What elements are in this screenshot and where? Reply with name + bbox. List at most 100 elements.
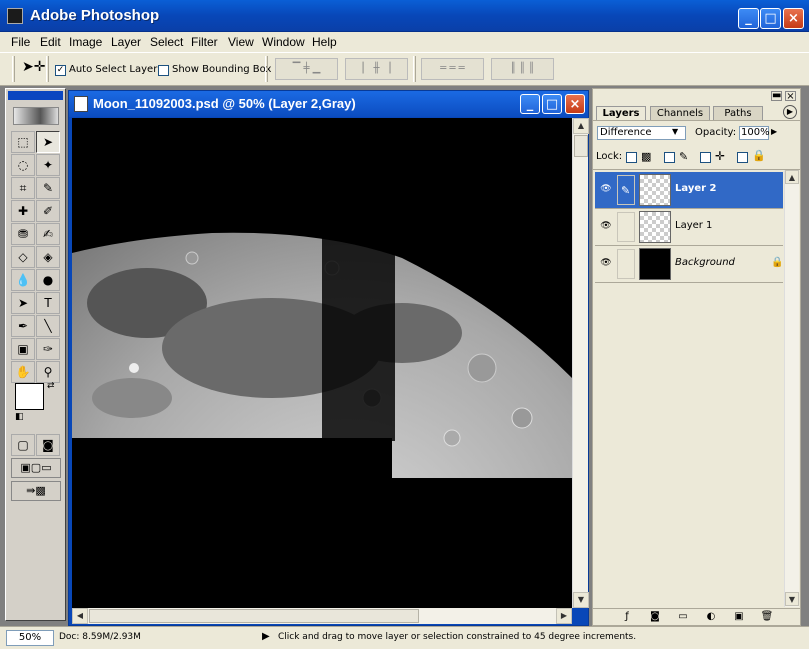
horizontal-scroll-thumb[interactable] <box>89 609 419 623</box>
lock-image-checkbox[interactable] <box>664 152 675 163</box>
maximize-button[interactable]: □ <box>760 8 781 29</box>
minimize-button[interactable]: _ <box>738 8 759 29</box>
layers-scrollbar[interactable]: ▲ ▼ <box>784 170 799 607</box>
layer-name[interactable]: Layer 2 <box>675 183 716 194</box>
lock-position-checkbox[interactable] <box>700 152 711 163</box>
foreground-color-swatch[interactable] <box>15 383 44 410</box>
align-left-button[interactable]: ▏ ╫ ▕ <box>345 58 408 80</box>
close-button[interactable]: × <box>783 8 804 29</box>
layer-thumbnail[interactable] <box>639 248 671 280</box>
magic-wand-tool-icon[interactable]: ✦ <box>36 154 60 176</box>
zoom-tool-icon[interactable]: ⚲ <box>36 361 60 383</box>
menu-layer[interactable]: Layer <box>111 35 141 49</box>
pen-tool-icon[interactable]: ✒ <box>11 315 35 337</box>
palette-titlebar[interactable]: ▬ × <box>593 89 800 103</box>
doc-close-button[interactable]: × <box>565 94 585 114</box>
toolbox-titlebar[interactable] <box>8 91 63 100</box>
eye-icon[interactable]: 👁 <box>599 221 613 233</box>
layer-thumbnail[interactable] <box>639 211 671 243</box>
stamp-tool-icon[interactable]: ⛃ <box>11 223 35 245</box>
tab-channels[interactable]: Channels <box>650 106 710 120</box>
type-tool-icon[interactable]: T <box>36 292 60 314</box>
move-icon[interactable]: ➤✛ <box>22 59 45 75</box>
mask-icon[interactable]: ◙ <box>646 609 664 624</box>
lasso-tool-icon[interactable]: ◌ <box>11 154 35 176</box>
menu-image[interactable]: Image <box>69 35 102 49</box>
horizontal-scrollbar[interactable]: ◀ ▶ <box>72 608 572 624</box>
doc-info[interactable]: Doc: 8.59M/2.93M <box>59 632 141 642</box>
notes-tool-icon[interactable]: ▣ <box>11 338 35 360</box>
tab-layers[interactable]: Layers <box>596 106 646 120</box>
link-box[interactable] <box>617 212 635 242</box>
vertical-scroll-thumb[interactable] <box>574 135 588 157</box>
scroll-down-icon[interactable]: ▼ <box>573 592 589 608</box>
doc-minimize-button[interactable]: _ <box>520 94 540 114</box>
slice-tool-icon[interactable]: ✎ <box>36 177 60 199</box>
paint-bucket-tool-icon[interactable]: ◈ <box>36 246 60 268</box>
scroll-up-icon[interactable]: ▲ <box>785 170 799 184</box>
menu-view[interactable]: View <box>228 35 254 49</box>
scroll-up-icon[interactable]: ▲ <box>573 118 589 134</box>
dodge-tool-icon[interactable]: ● <box>36 269 60 291</box>
folder-icon[interactable]: ▭ <box>674 609 692 624</box>
lock-transparency-checkbox[interactable] <box>626 152 637 163</box>
brush-icon[interactable]: ✎ <box>617 175 635 205</box>
scroll-down-icon[interactable]: ▼ <box>785 592 799 606</box>
document-title-bar[interactable]: Moon_11092003.psd @ 50% (Layer 2,Gray) _… <box>69 91 588 117</box>
scroll-left-icon[interactable]: ◀ <box>72 608 88 624</box>
healing-brush-tool-icon[interactable]: ✚ <box>11 200 35 222</box>
vertical-scrollbar[interactable]: ▲ ▼ <box>572 118 589 608</box>
effects-icon[interactable]: ƒ <box>618 609 636 624</box>
menu-file[interactable]: File <box>11 35 30 49</box>
jump-to-imageready-icon[interactable]: ⇛▩ <box>11 481 61 501</box>
line-tool-icon[interactable]: ╲ <box>36 315 60 337</box>
eye-icon[interactable]: 👁 <box>599 184 613 196</box>
link-box[interactable] <box>617 249 635 279</box>
image-canvas[interactable] <box>72 118 572 608</box>
palette-menu-icon[interactable]: ▶ <box>783 105 797 119</box>
layer-row-layer-1[interactable]: 👁 Layer 1 <box>595 209 783 246</box>
opacity-input[interactable]: 100% <box>739 126 770 140</box>
show-bounding-checkbox[interactable] <box>158 65 169 76</box>
blur-tool-icon[interactable]: 💧 <box>11 269 35 291</box>
default-colors-icon[interactable]: ◧ <box>15 412 24 422</box>
marquee-tool-icon[interactable]: ⬚ <box>11 131 35 153</box>
hand-tool-icon[interactable]: ✋ <box>11 361 35 383</box>
move-tool-icon[interactable]: ➤ <box>36 131 60 153</box>
crop-tool-icon[interactable]: ⌗ <box>11 177 35 199</box>
lock-all-checkbox[interactable] <box>737 152 748 163</box>
align-top-button[interactable]: ▔ ╪ ▁ <box>275 58 338 80</box>
auto-select-checkbox[interactable]: ✓ <box>55 65 66 76</box>
zoom-field[interactable]: 50% <box>6 630 54 646</box>
layer-row-layer-2[interactable]: 👁 ✎ Layer 2 <box>595 172 783 209</box>
quick-mask-mode-icon[interactable]: ◙ <box>36 434 60 456</box>
standard-mode-icon[interactable]: ▢ <box>11 434 35 456</box>
history-brush-tool-icon[interactable]: ✍ <box>36 223 60 245</box>
palette-close-icon[interactable]: × <box>785 91 796 102</box>
swap-colors-icon[interactable]: ⇄ <box>47 381 55 391</box>
tab-paths[interactable]: Paths <box>713 106 763 120</box>
new-layer-icon[interactable]: ▣ <box>730 609 748 624</box>
menu-window[interactable]: Window <box>262 35 305 49</box>
opacity-slider-icon[interactable]: ▶ <box>771 127 777 136</box>
menu-help[interactable]: Help <box>312 35 337 49</box>
distribute-left-button[interactable]: ║ ║ ║ <box>491 58 554 80</box>
photoshop-logo[interactable] <box>13 107 59 125</box>
chevron-down-icon[interactable]: ▼ <box>672 127 678 136</box>
brush-tool-icon[interactable]: ✐ <box>36 200 60 222</box>
menu-select[interactable]: Select <box>150 35 183 49</box>
layer-name[interactable]: Background <box>675 257 735 268</box>
layer-thumbnail[interactable] <box>639 174 671 206</box>
layer-row-background[interactable]: 👁 Background 🔒 <box>595 246 783 283</box>
doc-maximize-button[interactable]: □ <box>542 94 562 114</box>
eraser-tool-icon[interactable]: ◇ <box>11 246 35 268</box>
menu-filter[interactable]: Filter <box>191 35 218 49</box>
layer-name[interactable]: Layer 1 <box>675 220 712 231</box>
status-arrow-icon[interactable]: ▶ <box>262 631 270 642</box>
screen-mode-icons[interactable]: ▣▢▭ <box>11 458 61 478</box>
adjustment-icon[interactable]: ◐ <box>702 609 720 624</box>
eyedropper-tool-icon[interactable]: ✑ <box>36 338 60 360</box>
menu-edit[interactable]: Edit <box>40 35 61 49</box>
path-selection-tool-icon[interactable]: ➤ <box>11 292 35 314</box>
eye-icon[interactable]: 👁 <box>599 258 613 270</box>
